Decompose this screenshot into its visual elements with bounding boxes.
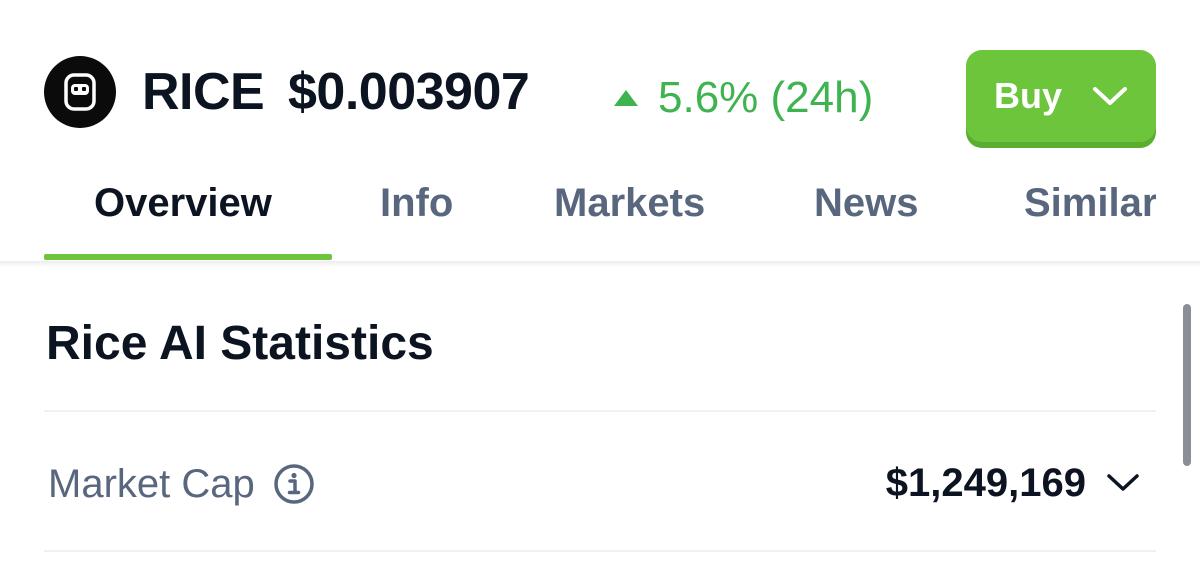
chevron-down-icon[interactable] bbox=[1106, 473, 1140, 493]
tab-markets[interactable]: Markets bbox=[554, 178, 705, 228]
buy-button-label: Buy bbox=[993, 75, 1062, 116]
market-cap-label: Market Cap bbox=[48, 462, 255, 506]
market-cap-value-row[interactable]: $1,249,169 bbox=[886, 458, 1140, 508]
coin-header: RICE $0.003907 5.6% (24h) Buy bbox=[44, 48, 1156, 144]
divider bbox=[44, 410, 1156, 412]
info-circle-icon[interactable] bbox=[273, 463, 315, 505]
price-change-text: 5.6% (24h) bbox=[658, 73, 874, 122]
buy-button[interactable]: Buy bbox=[966, 50, 1156, 142]
tab-similar[interactable]: Similar bbox=[1024, 178, 1156, 228]
market-cap-value: $1,249,169 bbox=[885, 461, 1086, 505]
tab-news[interactable]: News bbox=[814, 178, 919, 228]
scrollbar[interactable] bbox=[1183, 304, 1191, 466]
market-cap-label-row: Market Cap bbox=[48, 460, 315, 508]
tab-info[interactable]: Info bbox=[380, 178, 453, 228]
coin-price: $0.003907 bbox=[288, 63, 530, 121]
chevron-down-icon bbox=[1093, 87, 1127, 105]
coin-symbol: RICE bbox=[142, 63, 265, 121]
tab-bar-shadow bbox=[0, 261, 1200, 267]
active-tab-indicator bbox=[44, 254, 332, 260]
price-change: 5.6% (24h) bbox=[612, 72, 873, 124]
tab-overview[interactable]: Overview bbox=[94, 178, 272, 228]
coin-page: RICE $0.003907 5.6% (24h) Buy Overview I… bbox=[0, 0, 1200, 579]
tab-bar: Overview Info Markets News Similar bbox=[44, 172, 1156, 262]
coin-logo bbox=[44, 56, 116, 128]
statistics-title: Rice AI Statistics bbox=[46, 317, 434, 370]
divider bbox=[44, 550, 1156, 552]
triangle-up-icon bbox=[614, 90, 638, 106]
rice-ai-robot-logo-icon bbox=[64, 73, 96, 111]
